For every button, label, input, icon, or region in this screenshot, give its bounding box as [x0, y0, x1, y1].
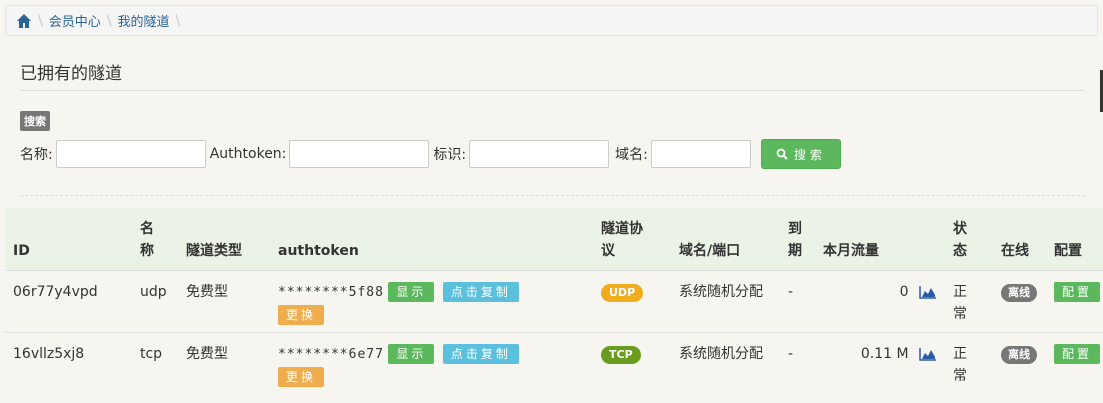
cell-name: udp	[132, 269, 178, 332]
col-online: 在线	[1001, 242, 1029, 259]
online-status-badge: 离线	[1001, 345, 1037, 364]
tunnel-table: ID 名 称 隧道类型 authtoken 隧道协 议 域名/端口 到 期 本月…	[5, 208, 1103, 393]
col-traffic: 本月流量	[823, 242, 879, 259]
cell-authtoken: ********5f88 显示 点击复制 更换	[270, 269, 593, 332]
search-button[interactable]: 搜索	[760, 139, 841, 169]
cell-type: 免费型	[178, 331, 270, 393]
table-row: 06r77y4vpd udp 免费型 ********5f88 显示 点击复制 …	[5, 269, 1103, 332]
cell-id: 06r77y4vpd	[5, 269, 132, 332]
col-id: ID	[13, 242, 30, 259]
search-badge: 搜索	[20, 111, 50, 131]
col-protocol: 隧道协 议	[601, 220, 643, 259]
change-token-button[interactable]: 更换	[278, 366, 325, 387]
cell-type: 免费型	[178, 269, 270, 332]
search-icon	[776, 148, 788, 160]
token-text: ********6e77	[278, 346, 384, 362]
cell-name: tcp	[132, 331, 178, 393]
col-domain: 域名/端口	[679, 242, 741, 259]
traffic-value: 0.11 M	[860, 345, 909, 362]
change-token-button[interactable]: 更换	[278, 304, 325, 325]
cell-expire: -	[780, 269, 815, 332]
col-type: 隧道类型	[186, 242, 242, 259]
col-status: 状 态	[953, 220, 967, 259]
copy-token-button[interactable]: 点击复制	[442, 343, 519, 364]
protocol-badge: UDP	[601, 283, 644, 302]
table-row: 16vllz5xj8 tcp 免费型 ********6e77 显示 点击复制 …	[5, 331, 1103, 393]
name-label: 名称:	[20, 147, 53, 163]
cell-authtoken: ********6e77 显示 点击复制 更换	[270, 331, 593, 393]
table-header-row: ID 名 称 隧道类型 authtoken 隧道协 议 域名/端口 到 期 本月…	[5, 208, 1103, 270]
col-config: 配置	[1054, 242, 1082, 259]
search-button-label: 搜索	[793, 147, 826, 162]
cell-expire: -	[780, 331, 815, 393]
identifier-input[interactable]	[469, 140, 610, 168]
config-button[interactable]: 配置	[1054, 281, 1101, 302]
breadcrumb-separator: \	[175, 12, 181, 29]
cell-online: 离线	[993, 269, 1046, 332]
show-token-button[interactable]: 显示	[388, 343, 435, 364]
breadcrumb: \ 会员中心 \ 我的隧道 \	[5, 5, 1098, 36]
name-input[interactable]	[55, 140, 206, 168]
area-chart-icon[interactable]	[919, 285, 937, 299]
authtoken-input[interactable]	[289, 140, 430, 168]
token-text: ********5f88	[278, 284, 384, 300]
divider	[20, 90, 1085, 91]
breadcrumb-member-center[interactable]: 会员中心	[49, 11, 101, 30]
page-title: 已拥有的隧道	[20, 64, 122, 84]
breadcrumb-separator: \	[106, 12, 112, 29]
domain-label: 域名:	[615, 147, 648, 163]
cell-online: 离线	[993, 331, 1046, 393]
col-authtoken: authtoken	[278, 242, 359, 259]
cell-protocol: TCP	[593, 331, 671, 393]
status-text: 正常	[953, 345, 967, 384]
cell-traffic: 0.11 M	[815, 331, 945, 393]
breadcrumb-separator: \	[38, 12, 43, 29]
cell-config: 配置	[1046, 269, 1103, 332]
col-expire: 到 期	[788, 220, 802, 259]
online-status-badge: 离线	[1001, 283, 1037, 302]
show-token-button[interactable]: 显示	[388, 281, 435, 302]
protocol-badge: TCP	[601, 345, 641, 364]
home-icon[interactable]	[16, 13, 32, 29]
cell-domain: 系统随机分配	[671, 331, 780, 393]
identifier-label: 标识:	[433, 147, 467, 163]
breadcrumb-my-tunnels[interactable]: 我的隧道	[117, 11, 169, 30]
cell-status: 正常	[945, 269, 993, 332]
status-text: 正常	[953, 283, 967, 322]
cell-traffic: 0	[815, 269, 945, 332]
domain-input[interactable]	[650, 140, 751, 168]
authtoken-label: Authtoken:	[209, 146, 287, 162]
cell-domain: 系统随机分配	[671, 269, 780, 332]
cell-protocol: UDP	[593, 269, 671, 332]
divider	[20, 195, 1085, 196]
traffic-value: 0	[899, 283, 909, 300]
search-form: 名称: Authtoken: 标识: 域名: 搜索	[20, 138, 841, 170]
cell-status: 正常	[945, 331, 993, 393]
area-chart-icon[interactable]	[919, 347, 937, 361]
config-button[interactable]: 配置	[1054, 343, 1101, 364]
copy-token-button[interactable]: 点击复制	[442, 281, 519, 302]
col-name: 名 称	[140, 220, 154, 259]
cell-id: 16vllz5xj8	[5, 331, 132, 393]
cell-config: 配置	[1046, 331, 1103, 393]
